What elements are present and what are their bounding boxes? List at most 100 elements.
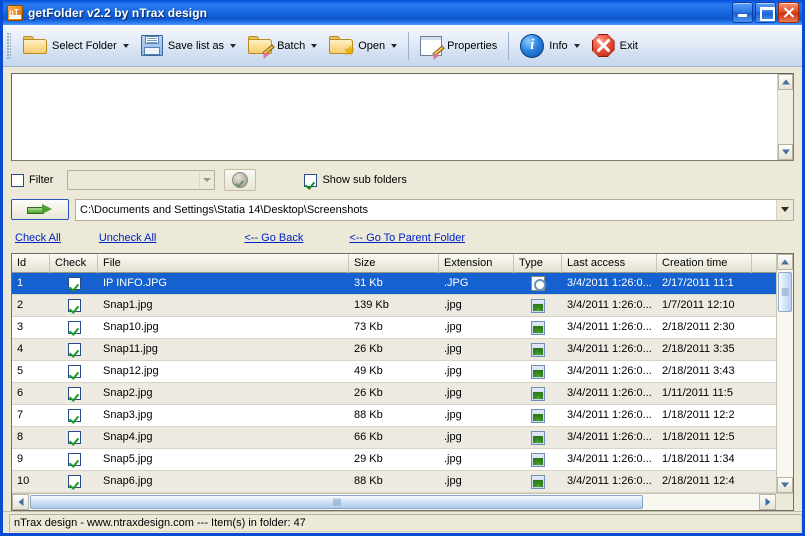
row-size-cell: 88 Kb — [354, 408, 383, 421]
row-last_access-cell: 3/4/2011 1:26:0... — [567, 298, 652, 311]
grid-scroll-right-button[interactable] — [759, 494, 776, 510]
row-check-cell[interactable] — [50, 273, 98, 295]
table-row[interactable]: 2 Snap1.jpg 139 Kb .jpg 3/4/2011 1:26:0... 1/… — [12, 295, 776, 317]
output-textarea-scrollbar[interactable] — [777, 74, 793, 160]
row-checkbox[interactable] — [67, 321, 81, 334]
batch-button[interactable]: Batch — [242, 29, 323, 63]
grid-scroll-left-button[interactable] — [12, 494, 29, 510]
grid-hscroll-thumb[interactable] — [30, 495, 644, 509]
row-check-cell[interactable] — [50, 339, 98, 361]
go-button[interactable] — [11, 199, 69, 220]
filter-checkbox[interactable] — [11, 173, 24, 187]
toolbar-grip[interactable] — [7, 32, 11, 59]
filter-combobox[interactable] — [67, 170, 216, 190]
window-title: getFolder v2.2 by nTrax design — [28, 5, 208, 20]
info-icon: i — [520, 33, 545, 58]
row-size-cell: 88 Kb — [354, 474, 383, 487]
image-icon — [531, 386, 545, 401]
row-check-cell[interactable] — [50, 383, 98, 405]
path-value: C:\Documents and Settings\Statia 14\Desk… — [80, 203, 368, 216]
row-check-cell[interactable] — [50, 317, 98, 339]
check-all-link[interactable]: Check All — [15, 232, 61, 244]
row-checkbox[interactable] — [67, 387, 81, 400]
image-icon — [531, 408, 545, 423]
row-extension-cell: .jpg — [444, 298, 462, 311]
row-checkbox[interactable] — [67, 365, 81, 378]
grid-vscroll-track[interactable] — [777, 270, 793, 477]
folder-icon — [23, 36, 47, 55]
grid-header-last_access[interactable]: Last access — [562, 254, 657, 273]
table-row[interactable]: 10 Snap6.jpg 88 Kb .jpg 3/4/2011 1:26:0... 2/… — [12, 471, 776, 493]
grid-vscroll-thumb[interactable] — [778, 272, 792, 312]
chevron-down-icon[interactable] — [311, 43, 318, 48]
output-textarea-field[interactable] — [12, 74, 777, 160]
chevron-down-icon[interactable] — [573, 43, 580, 48]
row-checkbox[interactable] — [67, 343, 81, 356]
chevron-down-icon[interactable] — [776, 199, 793, 220]
info-button[interactable]: i Info — [514, 29, 585, 63]
chevron-down-icon[interactable] — [391, 43, 398, 48]
table-row[interactable]: 7 Snap3.jpg 88 Kb .jpg 3/4/2011 1:26:0... 1/1… — [12, 405, 776, 427]
grid-header-extension[interactable]: Extension — [439, 254, 514, 273]
select-folder-button[interactable]: Select Folder — [17, 29, 135, 63]
table-row[interactable]: 8 Snap4.jpg 66 Kb .jpg 3/4/2011 1:26:0... 1/1… — [12, 427, 776, 449]
grid-header-check[interactable]: Check — [50, 254, 98, 273]
path-combobox[interactable]: C:\Documents and Settings\Statia 14\Desk… — [75, 198, 794, 221]
row-creation_time-cell: 1/18/2011 12:2 — [662, 408, 735, 421]
chevron-down-icon[interactable] — [230, 43, 237, 48]
grid-header-file[interactable]: File — [98, 254, 349, 273]
uncheck-all-link[interactable]: Uncheck All — [99, 232, 156, 244]
filter-label: Filter — [29, 174, 54, 186]
go-back-link[interactable]: <-- Go Back — [244, 232, 303, 244]
table-row[interactable]: 3 Snap10.jpg 73 Kb .jpg 3/4/2011 1:26:0... 2/… — [12, 317, 776, 339]
chevron-down-icon[interactable] — [199, 171, 214, 189]
row-checkbox[interactable] — [67, 277, 81, 290]
table-row[interactable]: 9 Snap5.jpg 29 Kb .jpg 3/4/2011 1:26:0... 1/1… — [12, 449, 776, 471]
row-creation_time-cell: 2/18/2011 12:4 — [662, 474, 735, 487]
show-sub-folders-option[interactable]: Show sub folders — [304, 173, 407, 187]
row-checkbox[interactable] — [67, 453, 81, 466]
table-row[interactable]: 6 Snap2.jpg 26 Kb .jpg 3/4/2011 1:26:0... 1/1… — [12, 383, 776, 405]
row-creation_time-cell: 2/18/2011 3:35 — [662, 342, 735, 355]
row-check-cell[interactable] — [50, 295, 98, 317]
show-sub-folders-checkbox[interactable] — [304, 173, 318, 187]
row-check-cell[interactable] — [50, 405, 98, 427]
properties-button[interactable]: Properties — [414, 29, 503, 63]
table-row[interactable]: 5 Snap12.jpg 49 Kb .jpg 3/4/2011 1:26:0... 2/… — [12, 361, 776, 383]
grid-header-creation_time[interactable]: Creation time — [657, 254, 752, 273]
grid-header-size[interactable]: Size — [349, 254, 439, 273]
row-checkbox[interactable] — [67, 431, 81, 444]
grid-scroll-down-button[interactable] — [777, 477, 793, 493]
exit-button[interactable]: Exit — [586, 29, 644, 63]
maximize-button[interactable] — [755, 2, 776, 23]
output-textarea[interactable] — [11, 73, 794, 161]
save-list-as-button[interactable]: Save list as — [135, 29, 242, 63]
row-check-cell[interactable] — [50, 361, 98, 383]
chevron-down-icon[interactable] — [122, 43, 129, 48]
grid-hscroll-track[interactable] — [29, 494, 759, 510]
grid-header-id[interactable]: Id — [12, 254, 50, 273]
grid-vertical-scrollbar[interactable] — [776, 254, 793, 493]
minimize-button[interactable] — [732, 2, 753, 23]
toolbar-separator — [408, 31, 410, 60]
grid-horizontal-scrollbar[interactable] — [12, 493, 793, 510]
close-button[interactable] — [778, 2, 799, 23]
grid-scroll-up-button[interactable] — [777, 254, 793, 270]
row-check-cell[interactable] — [50, 471, 98, 493]
go-to-parent-folder-link[interactable]: <-- Go To Parent Folder — [349, 232, 465, 244]
scroll-up-button[interactable] — [778, 74, 793, 90]
table-row[interactable]: 1 IP INFO.JPG 31 Kb .JPG 3/4/2011 1:26:0... 2… — [12, 273, 776, 295]
table-row[interactable]: 4 Snap11.jpg 26 Kb .jpg 3/4/2011 1:26:0... 2/… — [12, 339, 776, 361]
grid-header-type[interactable]: Type — [514, 254, 562, 273]
open-button[interactable]: ★ Open — [323, 29, 403, 63]
row-checkbox[interactable] — [67, 409, 81, 422]
row-checkbox[interactable] — [67, 475, 81, 488]
action-links-row: Check All Uncheck All <-- Go Back <-- Go… — [11, 227, 794, 249]
row-check-cell[interactable] — [50, 427, 98, 449]
row-checkbox[interactable] — [67, 299, 81, 312]
row-check-cell[interactable] — [50, 449, 98, 471]
row-file-cell: Snap1.jpg — [103, 298, 153, 311]
scroll-down-button[interactable] — [778, 144, 793, 160]
apply-filter-button[interactable] — [224, 169, 257, 191]
row-id-cell: 6 — [17, 386, 24, 399]
